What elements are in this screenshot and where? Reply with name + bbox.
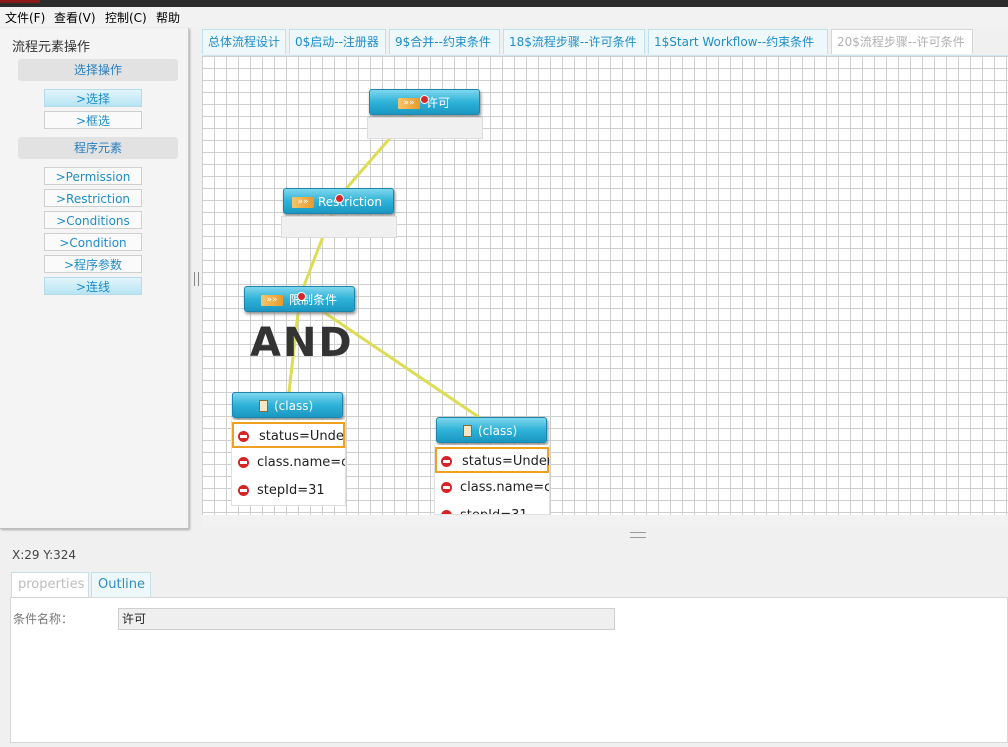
tab-merge-constraint[interactable]: 9$合并--约束条件	[389, 29, 500, 54]
restriction-node[interactable]: »» Restriction	[283, 188, 394, 214]
attr-row[interactable]: stepId=31	[435, 503, 549, 514]
conditions-button[interactable]: >Conditions	[44, 211, 142, 229]
permit-node[interactable]: »» 许可	[369, 89, 480, 115]
menu-control[interactable]: 控制(C)	[105, 9, 147, 26]
horizontal-splitter[interactable]	[630, 532, 646, 538]
tab-start-workflow-constraint[interactable]: 1$Start Workflow--约束条件	[648, 29, 828, 54]
cursor-coordinates: X:29 Y:324	[12, 548, 77, 562]
class-node-2-label: (class)	[478, 424, 518, 438]
tab-outline[interactable]: Outline	[91, 572, 151, 597]
connection-point[interactable]	[420, 95, 429, 104]
attr-row[interactable]: class.name=co	[435, 475, 549, 501]
permit-node-body	[367, 117, 483, 139]
condition-node[interactable]: »» 限制条件	[244, 286, 355, 312]
menu-help[interactable]: 帮助	[156, 9, 180, 26]
tab-start-registrar[interactable]: 0$启动--注册器	[289, 29, 386, 54]
permission-button[interactable]: >Permission	[44, 167, 142, 185]
connect-button[interactable]: >连线	[44, 277, 142, 295]
group-program-elements: 程序元素	[18, 137, 178, 159]
remove-icon[interactable]	[441, 456, 452, 467]
permit-node-label: 许可	[426, 96, 451, 110]
vertical-splitter[interactable]	[194, 272, 199, 286]
flow-arrows-icon: »»	[292, 197, 314, 208]
condition-name-label: 条件名称：	[13, 612, 74, 626]
connection-point[interactable]	[297, 292, 306, 301]
group-select-ops: 选择操作	[18, 59, 178, 81]
tab-properties[interactable]: properties	[11, 572, 89, 597]
remove-icon[interactable]	[238, 485, 249, 496]
attr-row[interactable]: stepId=31	[232, 478, 345, 504]
frame-select-button[interactable]: >框选	[44, 111, 142, 129]
element-palette: 流程元素操作 选择操作 >选择 >框选 程序元素 >Permission >Re…	[0, 28, 189, 529]
restriction-button[interactable]: >Restriction	[44, 189, 142, 207]
attr-row[interactable]: class.name=co	[232, 450, 345, 476]
condition-name-field[interactable]: 许可	[118, 608, 615, 630]
restriction-node-body	[281, 216, 397, 238]
attr-row[interactable]: status=Underw	[232, 422, 345, 448]
tab-overall-design[interactable]: 总体流程设计	[202, 29, 286, 54]
menu-view[interactable]: 查看(V)	[54, 9, 96, 26]
class-node-2[interactable]: (class)	[436, 417, 547, 443]
select-button[interactable]: >选择	[44, 89, 142, 107]
flow-arrows-icon: »»	[398, 98, 420, 109]
tab-step18-permission[interactable]: 18$流程步骤--许可条件	[503, 29, 645, 54]
attr-row[interactable]: status=Underw	[435, 447, 549, 473]
condition-node-label: 限制条件	[289, 293, 338, 307]
remove-icon[interactable]	[238, 431, 249, 442]
class-node-1[interactable]: (class)	[232, 392, 343, 418]
flow-arrows-icon: »»	[261, 295, 283, 306]
restriction-node-label: Restriction	[318, 195, 382, 209]
menubar: 文件(F) 查看(V) 控制(C) 帮助	[0, 7, 1008, 27]
class-file-icon	[259, 400, 268, 412]
palette-title: 流程元素操作	[12, 40, 91, 55]
remove-icon[interactable]	[441, 482, 452, 493]
logic-and-label: AND	[250, 320, 354, 366]
tab-step20-permission[interactable]: 20$流程步骤--许可条件	[831, 29, 973, 54]
class-file-icon	[463, 425, 472, 437]
menu-file[interactable]: 文件(F)	[5, 9, 45, 26]
class-node-2-attrs: status=Underw class.name=co stepId=31	[434, 445, 550, 515]
canvas-scrollbar[interactable]	[202, 515, 1008, 527]
properties-panel: 条件名称： 许可	[10, 597, 1008, 743]
condition-button[interactable]: >Condition	[44, 233, 142, 251]
remove-icon[interactable]	[238, 457, 249, 468]
class-node-1-attrs: status=Underw class.name=co stepId=31	[231, 420, 346, 506]
program-params-button[interactable]: >程序参数	[44, 255, 142, 273]
connection-point[interactable]	[335, 194, 344, 203]
title-strip	[0, 0, 1008, 7]
class-node-1-label: (class)	[274, 399, 314, 413]
